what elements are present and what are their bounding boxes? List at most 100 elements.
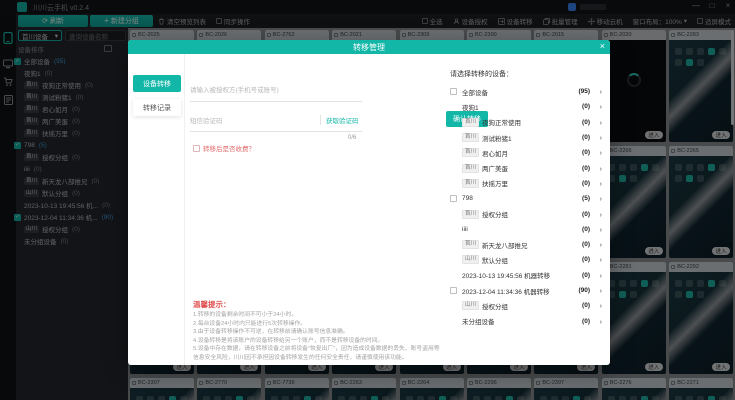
chevron-right-icon[interactable]: › — [590, 194, 602, 203]
transfer-device-row[interactable]: 首川君心如月 (0)› — [450, 145, 602, 160]
device-group-label: 全部设备 — [462, 87, 488, 97]
chevron-right-icon[interactable]: › — [590, 240, 602, 249]
transfer-device-row[interactable]: 2023-10-13 19:45:56 机器转移 (0)› — [450, 268, 602, 283]
transfer-device-row[interactable]: 全部设备 (95)› — [450, 84, 602, 99]
chevron-right-icon[interactable]: › — [590, 271, 602, 280]
owner-tag: 山川 — [462, 301, 479, 310]
sms-code-input[interactable]: 短信验证码 — [190, 115, 223, 125]
transfer-device-row[interactable]: iiii (0)› — [450, 222, 602, 237]
owner-tag: 首川 — [462, 240, 479, 249]
transfer-device-row[interactable]: 首川新天龙八部推兄 (0)› — [450, 237, 602, 252]
modal-tabs: 设备转移转移记录 — [128, 54, 185, 365]
chevron-right-icon[interactable]: › — [590, 133, 602, 142]
transfer-device-row[interactable]: 首川授权分组 (0)› — [450, 206, 602, 221]
tip-line: 4.设备转移是将该账户的设备转移给另一个账户，而不是转移设备的时间。 — [193, 337, 445, 346]
chevron-right-icon[interactable]: › — [590, 87, 602, 96]
code-counter: 0/6 — [348, 135, 356, 141]
chevron-right-icon[interactable]: › — [590, 210, 602, 219]
checkbox-icon[interactable] — [450, 88, 457, 95]
transfer-device-row[interactable]: 首川两广美蛋 (0)› — [450, 160, 602, 175]
device-group-count: (0) — [582, 211, 590, 218]
device-group-label: 2023-10-13 19:45:56 机器转移 — [462, 270, 550, 280]
chevron-right-icon[interactable]: › — [590, 286, 602, 295]
modal-close-button[interactable]: × — [600, 41, 605, 51]
transfer-device-row[interactable]: 798 (5)› — [450, 191, 602, 206]
transfer-device-row[interactable]: 首川夜狗正常使用 (0)› — [450, 115, 602, 130]
device-panel-title: 请选择转移的设备： — [450, 69, 513, 79]
device-group-count: (0) — [582, 149, 590, 156]
transfer-device-list: 全部设备(95)›夜狗1(0)›首川夜狗正常使用(0)›首川测试粉猪1(0)›首… — [450, 84, 602, 329]
fee-checkbox-row[interactable]: 转移后是否收费？ — [193, 143, 255, 153]
device-group-count: (0) — [582, 302, 590, 309]
device-group-label: iiii — [462, 226, 468, 233]
device-group-label: 默认分组 — [482, 255, 508, 265]
device-group-label: 测试粉猪1 — [482, 133, 512, 143]
device-group-label: 798 — [462, 195, 473, 202]
chevron-right-icon[interactable]: › — [590, 317, 602, 326]
transfer-device-row[interactable]: 山川默认分组(0)› — [450, 252, 602, 267]
chevron-right-icon[interactable]: › — [590, 225, 602, 234]
chevron-right-icon[interactable]: › — [590, 118, 602, 127]
tab-device-transfer[interactable]: 设备转移 — [133, 75, 181, 92]
authorizee-input[interactable]: 请输入被授权方(手机号或账号) — [190, 84, 279, 94]
chevron-right-icon[interactable]: › — [590, 102, 602, 111]
device-group-label: 授权分组 — [482, 209, 508, 219]
device-group-label: 扶摇万里 — [482, 178, 508, 188]
device-group-label: 夜狗1 — [462, 102, 479, 112]
device-group-label: 君心如月 — [482, 148, 508, 158]
device-group-label: 夜狗正常使用 — [482, 117, 521, 127]
device-group-count: (95) — [578, 88, 590, 95]
tip-line: 1.转移的设备剩余时间不可小于24小时。 — [193, 311, 445, 320]
device-group-label: 2023-12-04 11:34:36 机器转移 — [462, 286, 550, 296]
device-group-count: (0) — [582, 226, 590, 233]
tab-transfer-records[interactable]: 转移记录 — [133, 99, 181, 116]
authorizee-underline — [190, 101, 362, 102]
checkbox-icon[interactable] — [450, 195, 457, 202]
transfer-device-row[interactable]: 首川扶摇万里 (0)› — [450, 176, 602, 191]
device-group-label: 两广美蛋 — [482, 163, 508, 173]
chevron-right-icon[interactable]: › — [590, 164, 602, 173]
device-group-count: (0) — [582, 272, 590, 279]
owner-tag: 山川 — [462, 255, 479, 264]
checkbox-icon — [193, 145, 200, 152]
owner-tag: 首川 — [462, 133, 479, 142]
tip-line: 3.由于设备转移操作不可逆，在转移前请确认账号信息准确。 — [193, 328, 445, 337]
transfer-device-row[interactable]: 山川授权分组 (0)› — [450, 298, 602, 313]
get-code-link[interactable]: 获取验证码 — [320, 115, 359, 125]
device-group-count: (0) — [582, 103, 590, 110]
transfer-form: 请输入被授权方(手机号或账号) 短信验证码 获取验证码 0/6 转移后是否收费？… — [190, 54, 440, 365]
device-group-count: (0) — [582, 119, 590, 126]
device-group-label: 新天龙八部推兄 — [482, 240, 528, 250]
owner-tag: 首川 — [462, 210, 479, 219]
tips-title: 温馨提示： — [193, 299, 231, 310]
transfer-device-row[interactable]: 未分组设备 (0)› — [450, 313, 602, 328]
owner-tag: 首川 — [462, 148, 479, 157]
device-group-count: (5) — [582, 195, 590, 202]
chevron-right-icon[interactable]: › — [590, 148, 602, 157]
device-group-count: (0) — [582, 180, 590, 187]
chevron-right-icon[interactable]: › — [590, 301, 602, 310]
sms-underline — [190, 131, 362, 132]
transfer-device-row[interactable]: 夜狗1 (0)› — [450, 99, 602, 114]
owner-tag: 首川 — [462, 164, 479, 173]
device-group-label: 授权分组 — [482, 301, 508, 311]
owner-tag: 首川 — [462, 179, 479, 188]
transfer-modal: 转移管理 × 设备转移转移记录 请输入被授权方(手机号或账号) 短信验证码 获取… — [128, 40, 610, 365]
device-group-count: (0) — [582, 318, 590, 325]
modal-header: 转移管理 × — [128, 40, 610, 54]
tip-line: 5.设备中存在数据，请在转移设备之前将设备"恢复出厂"，因为造成设备数据的丢失、… — [193, 345, 445, 362]
chevron-right-icon[interactable]: › — [590, 255, 602, 264]
app-window: 川川云手机 v0.2.4 — □ × ⟳ 刷新 + 新建分组 首川设备 ▾ 查询… — [0, 0, 735, 400]
owner-tag: 首川 — [462, 118, 479, 127]
device-group-label: 未分组设备 — [462, 316, 495, 326]
modal-title: 转移管理 — [353, 42, 385, 53]
chevron-right-icon[interactable]: › — [590, 179, 602, 188]
transfer-device-row[interactable]: 2023-12-04 11:34:36 机器转移 (90)› — [450, 283, 602, 298]
tips-list: 1.转移的设备剩余时间不可小于24小时。2.每台设备24小时内只能进行5次转移操… — [193, 311, 445, 363]
checkbox-icon[interactable] — [450, 287, 457, 294]
device-select-panel: 请选择转移的设备： 全部设备(95)›夜狗1(0)›首川夜狗正常使用(0)›首川… — [448, 54, 604, 365]
device-group-count: (0) — [582, 165, 590, 172]
device-group-count: (0) — [582, 241, 590, 248]
device-group-count: (90) — [578, 287, 590, 294]
transfer-device-row[interactable]: 首川测试粉猪1(0)› — [450, 130, 602, 145]
